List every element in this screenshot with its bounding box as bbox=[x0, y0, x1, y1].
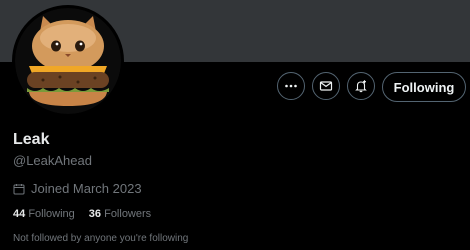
followers-label: Followers bbox=[104, 208, 152, 220]
follow-stats: 44 Following 36 Followers bbox=[13, 208, 151, 220]
more-horizontal-icon bbox=[285, 84, 297, 88]
user-handle: @LeakAhead bbox=[13, 153, 92, 168]
notify-button[interactable] bbox=[347, 72, 375, 100]
following-stat[interactable]: 44 Following bbox=[13, 208, 75, 220]
not-followed-note: Not followed by anyone you're following bbox=[13, 233, 189, 244]
join-date-text: Joined March 2023 bbox=[31, 181, 142, 196]
display-name: Leak bbox=[13, 131, 50, 148]
join-date: Joined March 2023 bbox=[13, 181, 142, 196]
bell-plus-icon bbox=[355, 80, 367, 93]
message-button[interactable] bbox=[312, 72, 340, 100]
avatar-image bbox=[15, 8, 121, 114]
more-button[interactable] bbox=[277, 72, 305, 100]
following-button[interactable]: Following bbox=[382, 72, 466, 102]
following-label: Following bbox=[28, 208, 75, 220]
followers-stat[interactable]: 36 Followers bbox=[89, 208, 151, 220]
followers-count: 36 bbox=[88, 208, 102, 220]
calendar-icon bbox=[13, 183, 25, 194]
envelope-icon bbox=[319, 81, 333, 91]
following-count: 44 bbox=[13, 208, 26, 220]
avatar[interactable] bbox=[12, 5, 124, 117]
